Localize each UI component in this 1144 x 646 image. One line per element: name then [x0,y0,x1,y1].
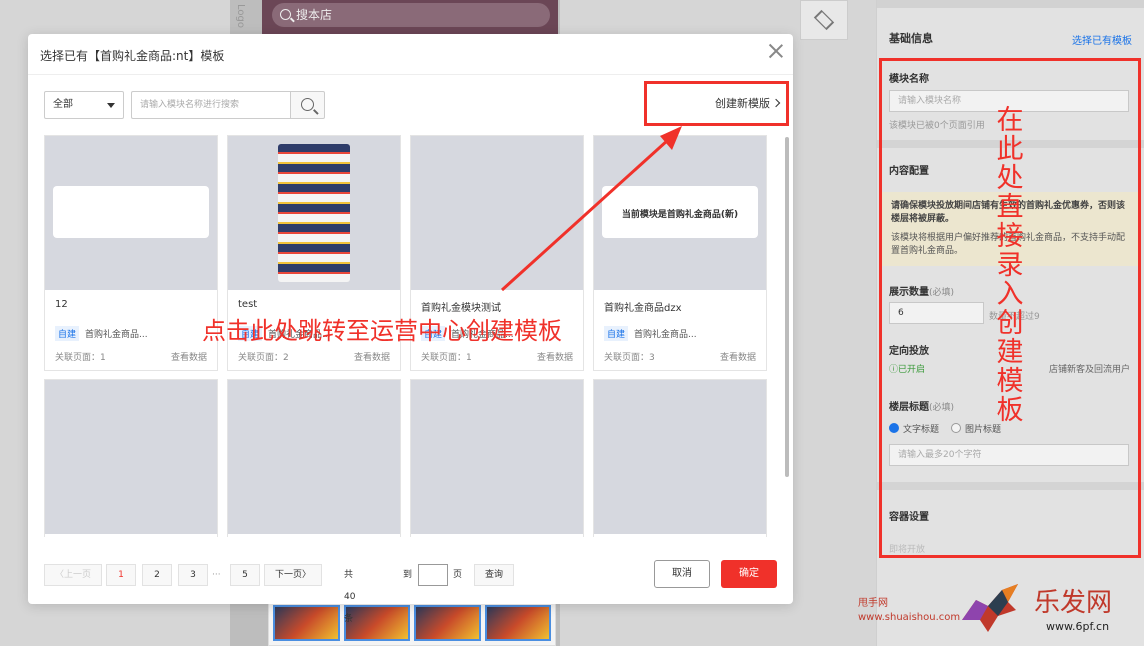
template-preview [228,380,400,534]
chevron-right-icon [771,98,781,108]
basic-info-heading: 基础信息 [889,32,933,45]
self-built-badge: 自建 [55,326,80,341]
view-data-link[interactable]: 查看数据 [720,350,756,363]
modal-title: 选择已有【首购礼金商品:nt】模板 [40,49,225,63]
panel-header-strip [877,0,1144,8]
search-icon [301,98,314,111]
goto-prefix: 到 [403,570,413,580]
linked-pages-count: 关联页面：3 [604,353,655,363]
choose-existing-template-link[interactable]: 选择已有模板 [1072,32,1132,47]
preview-search-bar: 搜本店 [272,3,550,27]
page-button[interactable]: 3 [178,564,208,586]
page-button[interactable]: 1 [106,564,136,586]
template-card[interactable]: 当前模块是首购礼金商品(新) 首购礼金商品dzx 自建 首购礼金商品... 关联… [593,135,767,371]
template-card[interactable] [44,379,218,537]
annotation-direct-entry: 在此处直接录入创建模板 [996,105,1024,426]
watermark-site-name: 甩手网 [858,598,888,609]
template-name: 首购礼金商品dzx [604,303,682,314]
next-page-label: 下一页 [274,570,302,580]
create-new-template-link[interactable]: 创建新模版 [644,81,789,126]
template-preview [45,136,217,290]
caret-down-icon [107,103,115,108]
watermark-site: 甩手网 www.shuaishou.com [858,597,960,625]
next-page-button[interactable]: 下一页〉 [264,564,322,586]
category-filter-value: 全部 [53,99,73,110]
layers-icon [813,9,835,31]
template-preview [228,136,400,290]
chevron-left-icon: 〈 [54,570,64,580]
template-card[interactable] [593,379,767,537]
view-data-link[interactable]: 查看数据 [354,350,390,363]
pagination-ellipsis: ··· [212,570,221,580]
template-card[interactable] [410,379,584,537]
prev-page-button[interactable]: 〈上一页 [44,564,102,586]
close-icon[interactable] [767,42,785,60]
linked-pages-count: 关联页面：2 [238,353,289,363]
preview-product-image [273,605,340,641]
layers-button[interactable] [800,0,848,40]
confirm-button[interactable]: 确定 [721,560,777,588]
preview-logo: Logo [235,4,246,28]
template-card[interactable] [227,379,401,537]
template-name: 12 [55,299,68,310]
total-count: 共 40 条 [344,570,356,624]
watermark-bull-logo [962,584,1018,632]
goto-suffix: 页 [453,570,463,580]
banner-text: 当前模块是首购礼金商品(新) [621,210,739,220]
template-preview [411,380,583,534]
page-button[interactable]: 5 [230,564,260,586]
preview-search-placeholder: 搜本店 [296,8,333,22]
grid-scrollbar[interactable] [785,137,789,477]
preview-product-strip [268,600,556,646]
goto-page-button[interactable]: 查询 [474,564,514,586]
linked-pages-count: 关联页面：1 [55,353,106,363]
view-data-link[interactable]: 查看数据 [171,350,207,363]
goto-page-input[interactable] [418,564,448,586]
template-type: 首购礼金商品... [85,330,148,340]
search-icon [280,9,291,20]
template-preview-banner [53,186,209,238]
template-name: test [238,299,258,310]
modal-divider [28,74,793,75]
preview-product-image [414,605,481,641]
view-data-link[interactable]: 查看数据 [537,350,573,363]
prev-page-label: 上一页 [64,570,92,580]
cancel-button[interactable]: 取消 [654,560,710,588]
template-preview-banner: 当前模块是首购礼金商品(新) [602,186,758,238]
chevron-right-icon: 〉 [302,570,312,580]
template-preview [45,380,217,534]
search-button[interactable] [290,91,325,119]
template-type: 首购礼金商品... [634,330,697,340]
create-new-template-label: 创建新模版 [715,97,770,110]
template-preview-image [278,144,350,282]
annotation-click-here: 点击此处跳转至运营中心创建模板 [202,317,562,345]
page-button[interactable]: 2 [142,564,172,586]
self-built-badge: 自建 [604,326,629,341]
template-preview: 当前模块是首购礼金商品(新) [594,136,766,290]
category-filter-select[interactable]: 全部 [44,91,124,119]
linked-pages-count: 关联页面：1 [421,353,472,363]
template-search-input[interactable] [131,91,291,119]
watermark-brand: 乐发网 [1034,588,1113,618]
template-card[interactable]: 12 自建 首购礼金商品... 关联页面：1 查看数据 [44,135,218,371]
template-preview [594,380,766,534]
watermark-site-url: www.shuaishou.com [858,612,961,623]
watermark-brand-url: www.6pf.cn [1046,620,1110,633]
preview-product-image [484,605,551,641]
template-preview [411,136,583,290]
